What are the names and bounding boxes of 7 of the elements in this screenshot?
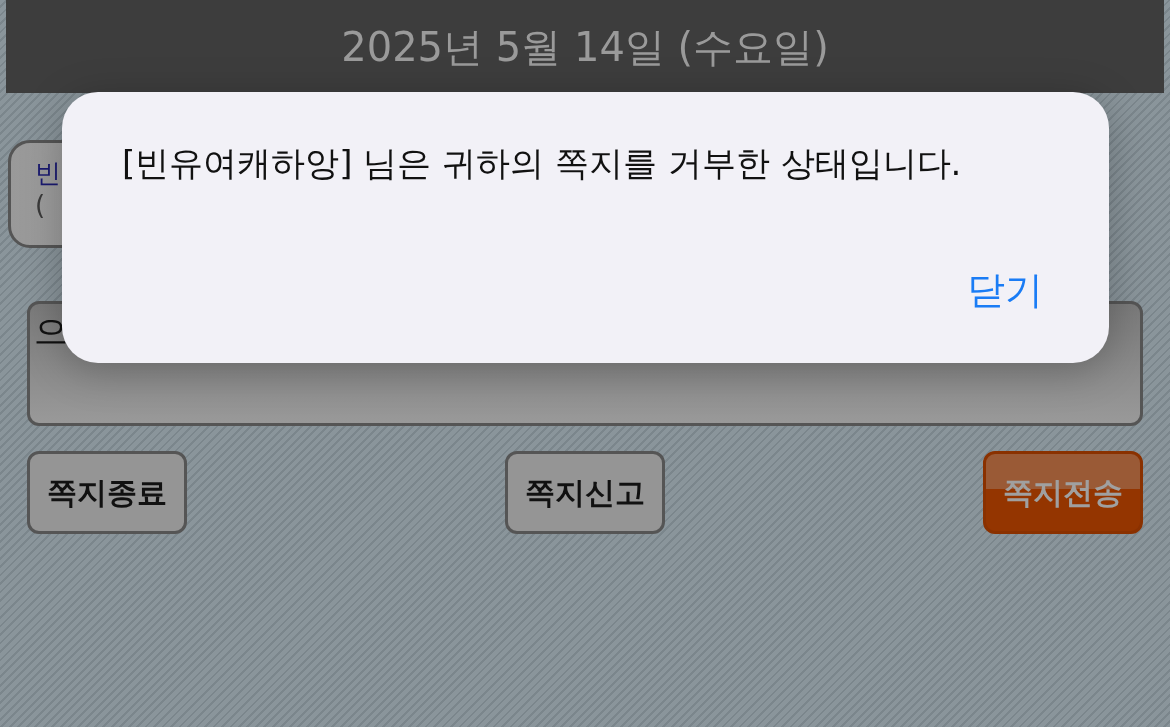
report-button[interactable]: 쪽지신고	[505, 451, 665, 534]
profile-name: 빈	[35, 157, 61, 189]
send-button[interactable]: 쪽지전송	[983, 451, 1143, 534]
alert-message: [빈유여캐하앙] 님은 귀하의 쪽지를 거부한 상태입니다.	[122, 142, 962, 185]
profile-detail: (	[35, 189, 46, 221]
date-title: 2025년 5월 14일 (수요일)	[341, 22, 829, 72]
end-button[interactable]: 쪽지종료	[27, 451, 187, 534]
